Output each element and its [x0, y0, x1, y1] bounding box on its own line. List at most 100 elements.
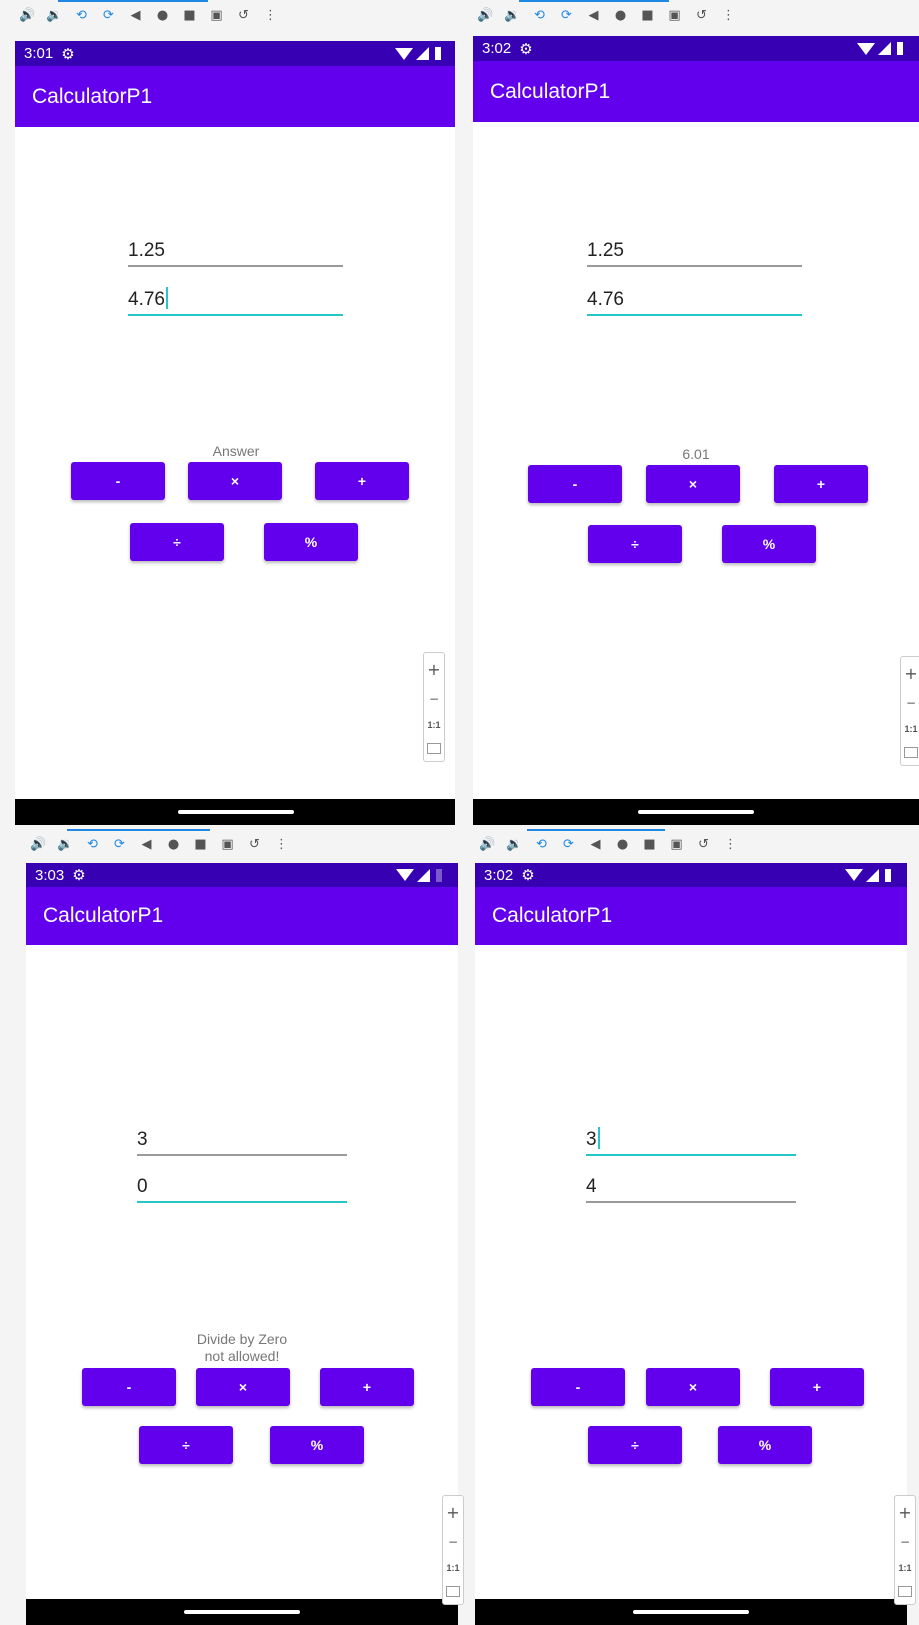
zoom-ratio-button[interactable]: 1:1	[427, 720, 440, 730]
divide-button[interactable]: ÷	[588, 525, 682, 563]
add-button[interactable]: +	[315, 462, 409, 500]
toolbar-progress-line	[58, 0, 208, 2]
fit-screen-icon[interactable]	[427, 743, 441, 755]
home-gesture-pill[interactable]	[633, 1610, 749, 1614]
rotate-left-icon[interactable]: ⟲	[69, 4, 94, 26]
zoom-in-icon[interactable]: +	[427, 660, 440, 679]
volume-down-icon[interactable]: 🔉	[500, 4, 525, 26]
replay-icon[interactable]: ↺	[691, 833, 716, 855]
answer-text: 6.01	[682, 446, 710, 462]
percent-button[interactable]: %	[264, 523, 358, 561]
back-icon[interactable]: ◀	[583, 833, 608, 855]
second-number-input[interactable]: 4.76	[587, 282, 802, 316]
camera-icon[interactable]: ▣	[204, 4, 229, 26]
zoom-out-icon[interactable]: −	[900, 1535, 910, 1549]
add-button[interactable]: +	[320, 1368, 414, 1406]
navigation-bar	[473, 799, 919, 825]
camera-icon[interactable]: ▣	[215, 833, 240, 855]
home-icon[interactable]: ●	[608, 4, 633, 26]
percent-button[interactable]: %	[722, 525, 816, 563]
overview-icon[interactable]: ■	[177, 4, 202, 26]
second-number-input[interactable]: 4.76	[128, 282, 343, 316]
zoom-out-icon[interactable]: −	[429, 692, 439, 706]
volume-up-icon[interactable]: 🔊	[26, 833, 51, 855]
answer-text: Divide by Zero not allowed!	[196, 1331, 288, 1364]
more-icon[interactable]: ⋮	[718, 833, 743, 855]
signal-icon	[878, 42, 891, 55]
second-number-value: 4	[586, 1176, 597, 1198]
battery-icon	[436, 868, 442, 882]
home-gesture-pill[interactable]	[178, 810, 294, 814]
zoom-ratio-button[interactable]: 1:1	[446, 1563, 459, 1573]
first-number-input[interactable]: 1.25	[128, 233, 343, 267]
emulator-panel-1: 🔊 🔉 ⟲ ⟳ ◀ ● ■ ▣ ↺ ⋮ 3:01 ⚙ CalculatorP1 1.25 4.76 Answe…	[0, 0, 455, 825]
zoom-out-icon[interactable]: −	[448, 1535, 458, 1549]
percent-button[interactable]: %	[718, 1426, 812, 1464]
multiply-button[interactable]: ×	[646, 1368, 740, 1406]
home-gesture-pill[interactable]	[638, 810, 754, 814]
rotate-left-icon[interactable]: ⟲	[527, 4, 552, 26]
replay-icon[interactable]: ↺	[242, 833, 267, 855]
zoom-in-icon[interactable]: +	[446, 1503, 459, 1522]
multiply-button[interactable]: ×	[646, 465, 740, 503]
rotate-right-icon[interactable]: ⟳	[556, 833, 581, 855]
second-number-input[interactable]: 0	[137, 1169, 347, 1203]
more-icon[interactable]: ⋮	[258, 4, 283, 26]
first-number-input[interactable]: 3	[586, 1122, 796, 1156]
volume-up-icon[interactable]: 🔊	[475, 833, 500, 855]
camera-icon[interactable]: ▣	[664, 833, 689, 855]
subtract-button[interactable]: -	[71, 462, 165, 500]
multiply-button[interactable]: ×	[188, 462, 282, 500]
add-button[interactable]: +	[770, 1368, 864, 1406]
rotate-right-icon[interactable]: ⟳	[107, 833, 132, 855]
volume-down-icon[interactable]: 🔉	[502, 833, 527, 855]
more-icon[interactable]: ⋮	[716, 4, 741, 26]
fit-screen-icon[interactable]	[904, 747, 918, 759]
divide-button[interactable]: ÷	[130, 523, 224, 561]
volume-down-icon[interactable]: 🔉	[42, 4, 67, 26]
volume-up-icon[interactable]: 🔊	[15, 4, 40, 26]
multiply-button[interactable]: ×	[196, 1368, 290, 1406]
replay-icon[interactable]: ↺	[689, 4, 714, 26]
back-icon[interactable]: ◀	[123, 4, 148, 26]
volume-up-icon[interactable]: 🔊	[473, 4, 498, 26]
zoom-controls: + − 1:1	[423, 652, 445, 762]
home-gesture-pill[interactable]	[184, 1610, 300, 1614]
home-icon[interactable]: ●	[610, 833, 635, 855]
overview-icon[interactable]: ■	[635, 4, 660, 26]
settings-gear-icon: ⚙	[61, 44, 75, 63]
add-button[interactable]: +	[774, 465, 868, 503]
back-icon[interactable]: ◀	[581, 4, 606, 26]
zoom-ratio-button[interactable]: 1:1	[904, 724, 917, 734]
replay-icon[interactable]: ↺	[231, 4, 256, 26]
zoom-out-icon[interactable]: −	[906, 696, 916, 710]
overview-icon[interactable]: ■	[637, 833, 662, 855]
rotate-right-icon[interactable]: ⟳	[96, 4, 121, 26]
fit-screen-icon[interactable]	[446, 1586, 460, 1598]
rotate-left-icon[interactable]: ⟲	[80, 833, 105, 855]
divide-button[interactable]: ÷	[588, 1426, 682, 1464]
home-icon[interactable]: ●	[161, 833, 186, 855]
subtract-button[interactable]: -	[528, 465, 622, 503]
overview-icon[interactable]: ■	[188, 833, 213, 855]
back-icon[interactable]: ◀	[134, 833, 159, 855]
zoom-ratio-button[interactable]: 1:1	[898, 1563, 911, 1573]
rotate-right-icon[interactable]: ⟳	[554, 4, 579, 26]
rotate-left-icon[interactable]: ⟲	[529, 833, 554, 855]
fit-screen-icon[interactable]	[898, 1586, 912, 1598]
first-number-input[interactable]: 1.25	[587, 233, 802, 267]
volume-down-icon[interactable]: 🔉	[53, 833, 78, 855]
subtract-button[interactable]: -	[82, 1368, 176, 1406]
app-title: CalculatorP1	[490, 79, 611, 103]
camera-icon[interactable]: ▣	[662, 4, 687, 26]
percent-button[interactable]: %	[270, 1426, 364, 1464]
second-number-input[interactable]: 4	[586, 1169, 796, 1203]
subtract-button[interactable]: -	[531, 1368, 625, 1406]
emulator-toolbar: 🔊 🔉 ⟲ ⟳ ◀ ● ■ ▣ ↺ ⋮	[465, 829, 919, 859]
first-number-input[interactable]: 3	[137, 1122, 347, 1156]
home-icon[interactable]: ●	[150, 4, 175, 26]
more-icon[interactable]: ⋮	[269, 833, 294, 855]
zoom-in-icon[interactable]: +	[898, 1503, 911, 1522]
divide-button[interactable]: ÷	[139, 1426, 233, 1464]
zoom-in-icon[interactable]: +	[904, 664, 917, 683]
